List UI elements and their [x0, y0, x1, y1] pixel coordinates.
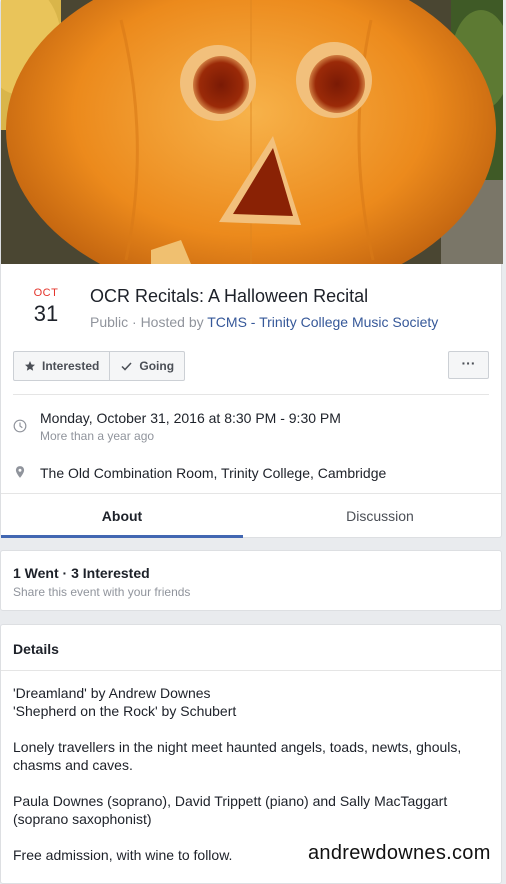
clock-icon: [13, 419, 27, 433]
event-attendance-summary[interactable]: 1 Went · 3 Interested: [13, 565, 150, 581]
event-tabs: About Discussion: [1, 493, 501, 538]
tab-about[interactable]: About: [1, 494, 243, 538]
star-icon: [25, 361, 35, 371]
event-location: The Old Combination Room, Trinity Colleg…: [40, 465, 387, 481]
pumpkin-image: [1, 0, 503, 264]
details-heading: Details: [13, 641, 59, 657]
event-cover-photo[interactable]: [1, 0, 503, 264]
rsvp-button-group: Interested Going: [13, 351, 186, 381]
checkmark-icon: [121, 362, 132, 371]
share-event-link[interactable]: Share this event with your friends: [13, 585, 190, 599]
details-divider: [1, 670, 501, 671]
event-host-line: Public · Hosted by TCMS - Trinity Colleg…: [90, 314, 438, 330]
event-header-card: OCT 31 OCR Recitals: A Halloween Recital…: [0, 0, 503, 538]
map-pin-icon: [15, 466, 25, 478]
going-label: Going: [139, 359, 175, 373]
going-button[interactable]: Going: [109, 352, 184, 380]
details-paragraph-3: Paula Downes (soprano), David Trippett (…: [13, 793, 448, 827]
event-time: Monday, October 31, 2016 at 8:30 PM - 9:…: [40, 410, 341, 426]
event-relative-time: More than a year ago: [40, 429, 155, 443]
event-date-month: OCT: [33, 287, 59, 299]
event-stats-card: 1 Went · 3 Interested Share this event w…: [0, 550, 502, 611]
event-date: OCT 31: [31, 287, 61, 327]
details-line-2: 'Shepherd on the Rock' by Schubert: [13, 703, 237, 719]
event-title: OCR Recitals: A Halloween Recital: [90, 286, 369, 306]
event-privacy-text: Public · Hosted by: [90, 314, 204, 330]
event-host-link[interactable]: TCMS - Trinity College Music Society: [207, 314, 438, 330]
tab-discussion[interactable]: Discussion: [259, 494, 501, 538]
details-line-1: 'Dreamland' by Andrew Downes: [13, 685, 211, 701]
interested-label: Interested: [42, 359, 100, 373]
details-paragraph-2: Lonely travellers in the night meet haun…: [13, 739, 462, 773]
event-date-day: 31: [33, 301, 59, 326]
header-divider: [13, 394, 489, 395]
interested-button[interactable]: Interested: [14, 352, 109, 380]
more-options-button[interactable]: ···: [448, 351, 489, 379]
watermark-text: andrewdownes.com: [308, 842, 491, 864]
